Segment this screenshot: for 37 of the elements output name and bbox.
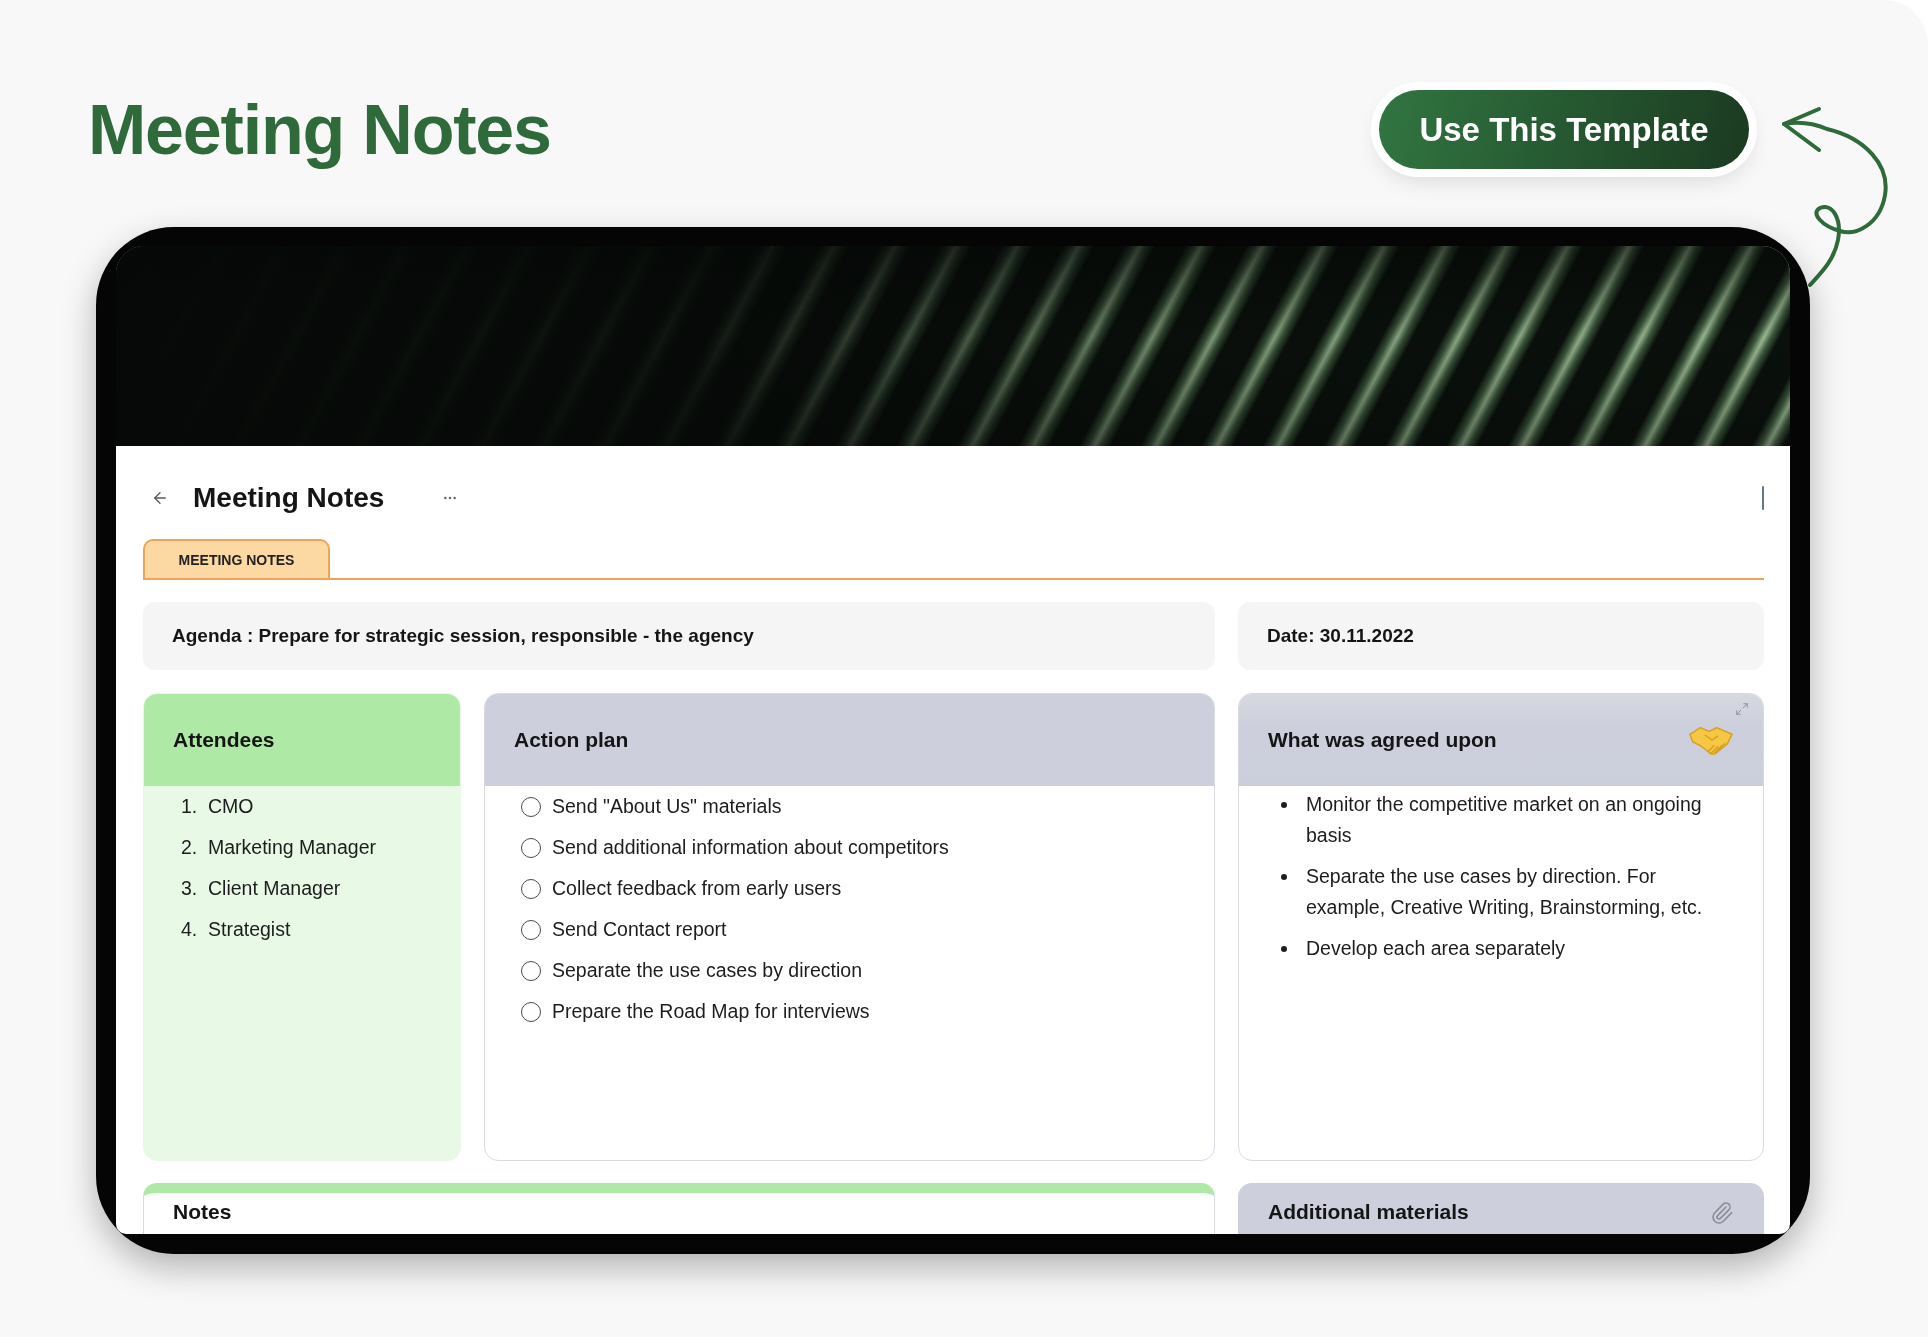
paperclip-icon — [1710, 1201, 1734, 1225]
attendee-name: Client Manager — [208, 877, 341, 900]
action-item-text: Collect feedback from early users — [552, 877, 842, 900]
action-item-text: Send additional information about competitors — [552, 836, 949, 859]
action-item-text: Send Contact report — [552, 918, 727, 941]
action-item-text: Separate the use cases by direction — [552, 959, 863, 982]
bullet-icon — [1281, 946, 1287, 952]
action-item-text: Prepare the Road Map for interviews — [552, 1000, 870, 1023]
card-title: Attendees — [173, 728, 275, 752]
agreed-item-text: Separate the use cases by direction. For example, Creative Writing, Brainstorming, etc. — [1306, 864, 1704, 920]
tab[interactable]: MEETING NOTES — [143, 539, 330, 578]
bullet-icon — [1281, 802, 1287, 808]
checkbox[interactable] — [521, 960, 541, 981]
checkbox[interactable] — [521, 878, 541, 899]
action-item-text: Send "About Us" materials — [552, 795, 782, 818]
agreed-item-text: Develop each area separately — [1306, 936, 1567, 961]
attendee-name: Strategist — [208, 918, 291, 941]
date-text: Date: 30.11.2022 — [1267, 625, 1414, 647]
list-number: 3. — [181, 877, 199, 900]
card-title: Additional materials — [1268, 1199, 1469, 1225]
list-number: 2. — [181, 836, 199, 859]
checkbox[interactable] — [521, 919, 541, 940]
attendee-name: Marketing Manager — [208, 836, 376, 859]
card-title: Action plan — [514, 728, 629, 752]
agreed-item-text: Monitor the competitive market on an ongoing basis — [1306, 792, 1703, 848]
list-number: 4. — [181, 918, 199, 941]
document-title: Meeting Notes — [193, 481, 385, 515]
bullet-icon — [1281, 874, 1287, 880]
list-number: 1. — [181, 795, 199, 818]
checkbox[interactable] — [521, 1001, 541, 1022]
scrollbar-thumb[interactable] — [1762, 486, 1764, 510]
card-title: Notes — [173, 1199, 232, 1225]
checkbox[interactable] — [521, 837, 541, 858]
agenda-text: Agenda : Prepare for strategic session, responsible - the agency — [172, 625, 754, 647]
attendee-name: CMO — [208, 795, 254, 818]
card-title: What was agreed upon — [1268, 728, 1497, 752]
checkbox[interactable] — [521, 796, 541, 817]
